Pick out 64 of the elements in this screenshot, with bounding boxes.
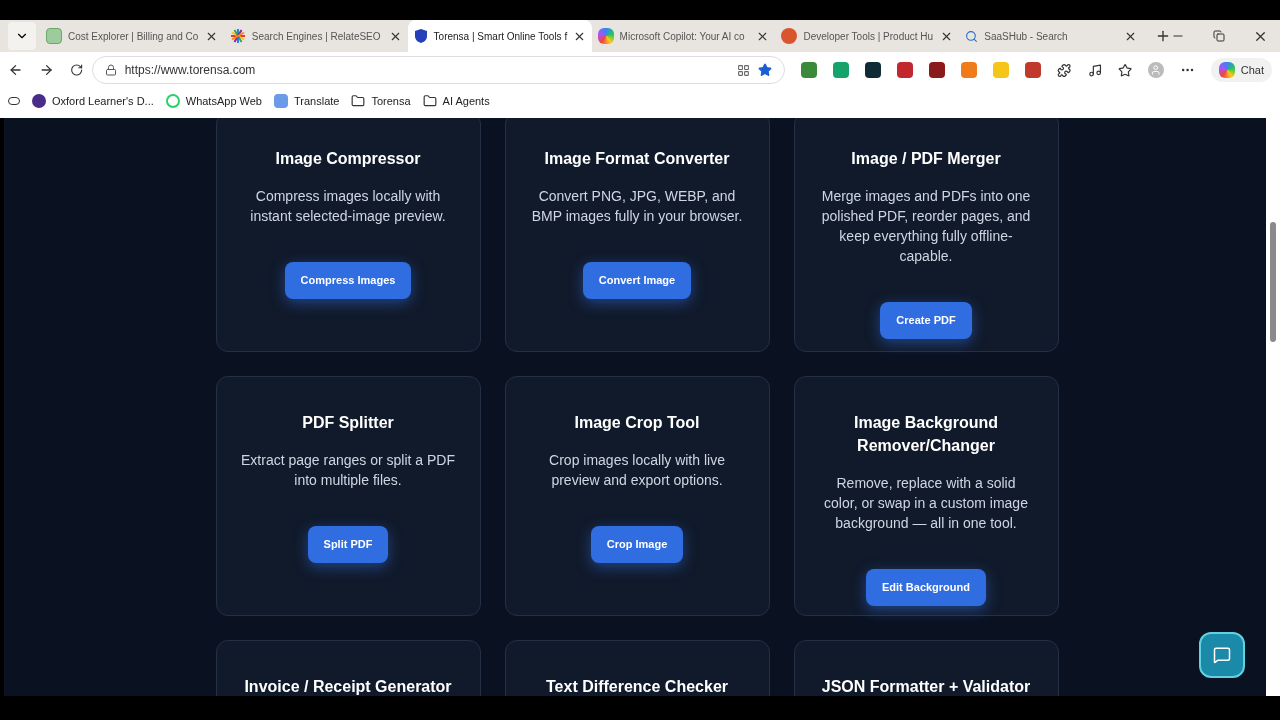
copilot-icon (1218, 62, 1235, 78)
tool-button[interactable]: Compress Images (284, 262, 412, 299)
reload-icon[interactable] (70, 63, 84, 77)
restore-icon[interactable] (1213, 30, 1225, 42)
card-description: Crop images locally with live preview and export options. (548, 451, 726, 490)
card-title: Image Format Converter (544, 149, 730, 169)
search-icon (965, 29, 979, 43)
chat-button[interactable]: Chat (1210, 57, 1272, 83)
shield-icon (413, 28, 428, 44)
card-title: PDF Splitter (302, 413, 394, 433)
bookmark-label: Oxford Learner's D... (52, 93, 154, 109)
tool-button[interactable]: Convert Image (582, 262, 692, 299)
card-title: Image Compressor (275, 149, 421, 169)
bookmark[interactable]: Torensa (351, 92, 411, 110)
card-description: Merge images and PDFs into one polished PDF, reorder pages, and keep everything fully offline-capable. (820, 187, 1032, 266)
bookmark[interactable]: AI Agents (422, 92, 490, 110)
extension-icon[interactable] (929, 62, 946, 78)
extensions-icon[interactable] (1057, 62, 1072, 78)
card-title: Text Difference Checker (546, 677, 728, 696)
bookmark[interactable]: Translate (274, 92, 340, 110)
card-title: Image / PDF Merger (851, 149, 1001, 169)
new-tab-icon[interactable] (1155, 28, 1171, 44)
media-icon[interactable] (1087, 62, 1102, 78)
app-logo-icon (597, 28, 614, 44)
tab-title: Developer Tools | Product Hu (803, 29, 935, 44)
favorite-star-icon[interactable] (758, 63, 773, 77)
tool-button[interactable]: Edit Background (866, 569, 986, 606)
bookmark-label: WhatsApp Web (185, 93, 262, 109)
bookmark[interactable]: Oxford Learner's D... (32, 92, 154, 110)
tab-title: Microsoft Copilot: Your AI co (619, 29, 746, 44)
tool-button[interactable]: Split PDF (307, 526, 389, 563)
tab-title: Cost Explorer | Billing and Co (67, 29, 199, 44)
tab-title: SaaSHub - Search (984, 29, 1069, 44)
tool-button[interactable]: Create PDF (880, 302, 972, 339)
app-grid-icon[interactable] (737, 63, 751, 77)
card-description: Convert PNG, JPG, WEBP, and BMP images fully in your browser. (530, 187, 744, 226)
card-description: Remove, replace with a solid color, or swap in a custom image background — all in one tool. (823, 474, 1029, 533)
bookmark-label: Translate (294, 93, 340, 109)
card-title: Image Background Remover/Changer (853, 413, 999, 456)
address-bar[interactable]: https://www.torensa.com (91, 56, 786, 84)
chat-widget-button[interactable] (1199, 632, 1245, 678)
circle-logo-icon (781, 28, 798, 44)
lock-icon (104, 64, 117, 76)
folder-icon (422, 94, 437, 108)
card-title: JSON Formatter + Validator (821, 677, 1031, 696)
tool-button[interactable]: Crop Image (590, 526, 684, 563)
folder-icon (351, 94, 366, 108)
spreadsheet-icon (45, 28, 62, 44)
card-description: Compress images locally with instant selected-image preview. (249, 187, 447, 226)
card-title: Invoice / Receipt Generator (244, 677, 452, 696)
extension-icon[interactable] (865, 62, 882, 78)
tab-title: Search Engines | RelateSEO (251, 29, 382, 44)
starburst-icon (229, 28, 246, 44)
browser-tab[interactable]: Torensa | Smart Online Tools f (407, 20, 592, 52)
scrollbar-thumb[interactable] (1270, 222, 1276, 342)
tab-title: Torensa | Smart Online Tools f (433, 29, 568, 44)
card-description: Extract page ranges or split a PDF into multiple files. (240, 451, 456, 490)
chat-icon (1213, 646, 1231, 664)
bookmark-label: AI Agents (442, 93, 490, 109)
url-text: https://www.torensa.com (124, 62, 257, 79)
card-title: Image Crop Tool (574, 413, 700, 433)
favorites-icon[interactable] (1117, 62, 1133, 78)
bookmark[interactable]: WhatsApp Web (165, 92, 262, 110)
bookmark-label: Torensa (371, 93, 411, 109)
